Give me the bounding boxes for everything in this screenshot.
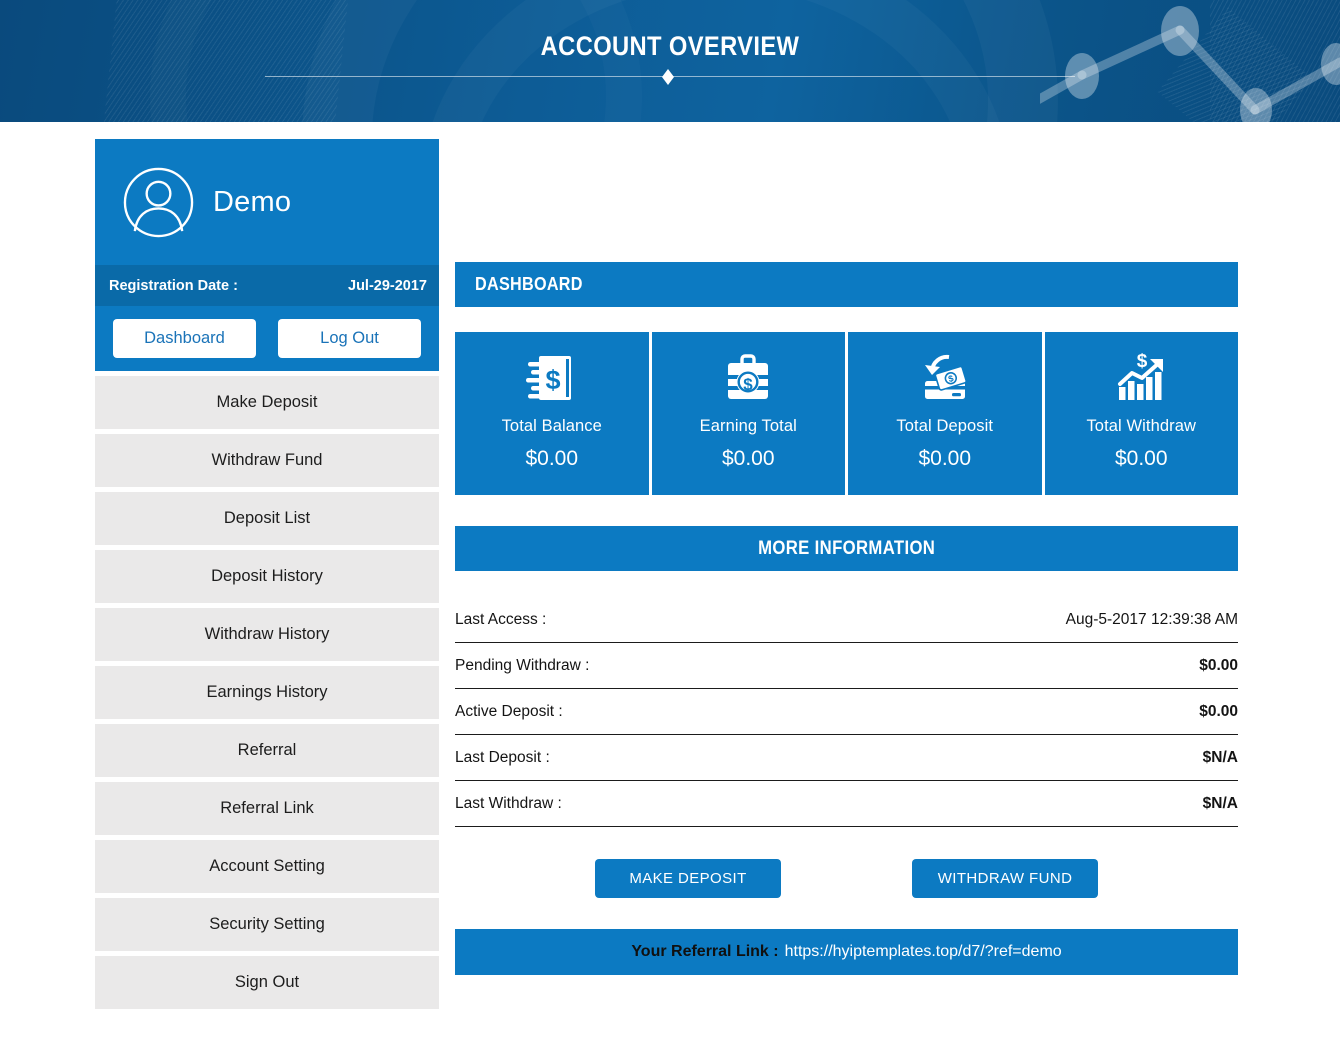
information-row-value: $0.00 <box>1199 703 1238 721</box>
sidebar-item[interactable]: Referral <box>95 724 439 777</box>
svg-text:$: $ <box>1137 353 1148 372</box>
stat-card-value: $0.00 <box>525 447 578 471</box>
logout-button[interactable]: Log Out <box>278 319 421 358</box>
information-row-value: $N/A <box>1203 749 1238 767</box>
sidebar-item[interactable]: Referral Link <box>95 782 439 835</box>
referral-link-url[interactable]: https://hyiptemplates.top/d7/?ref=demo <box>785 943 1062 961</box>
cash-deposit-icon: $ <box>919 353 971 403</box>
sidebar-item-label: Sign Out <box>235 973 299 992</box>
stat-card-value: $0.00 <box>918 447 971 471</box>
information-list: Last Access : Aug-5-2017 12:39:38 AM Pendi… <box>455 597 1238 827</box>
dashboard-button[interactable]: Dashboard <box>113 319 256 358</box>
page-banner: ACCOUNT OVERVIEW <box>0 0 1340 122</box>
information-row: Active Deposit : $0.00 <box>455 689 1238 735</box>
page-title: ACCOUNT OVERVIEW <box>80 31 1259 62</box>
header-diamond-icon <box>662 69 674 85</box>
sidebar-item-label: Withdraw Fund <box>212 451 323 470</box>
information-row-label: Last Withdraw : <box>455 795 562 813</box>
briefcase-dollar-icon: $ <box>722 353 774 403</box>
stat-card-label: Total Deposit <box>896 417 993 436</box>
sidebar-item[interactable]: Withdraw History <box>95 608 439 661</box>
sidebar-item[interactable]: Deposit History <box>95 550 439 603</box>
registration-date-strip: Registration Date : Jul-29-2017 <box>95 265 439 306</box>
growth-chart-dollar-icon: $ <box>1115 353 1167 403</box>
sidebar-item[interactable]: Earnings History <box>95 666 439 719</box>
information-row: Last Deposit : $N/A <box>455 735 1238 781</box>
stat-card-value: $0.00 <box>1115 447 1168 471</box>
stat-card-label: Total Withdraw <box>1086 417 1196 436</box>
sidebar-item-label: Deposit History <box>211 567 323 586</box>
sidebar-item[interactable]: Deposit List <box>95 492 439 545</box>
sidebar-item[interactable]: Account Setting <box>95 840 439 893</box>
stat-card: $ Total Withdraw $0.00 <box>1045 332 1239 495</box>
information-row-value: Aug-5-2017 12:39:38 AM <box>1066 611 1238 629</box>
stat-card: $ Total Balance $0.00 <box>455 332 652 495</box>
profile-username: Demo <box>213 186 291 219</box>
stat-card: $ Earning Total $0.00 <box>652 332 849 495</box>
profile-actions: Dashboard Log Out <box>95 306 439 371</box>
sidebar-item-label: Earnings History <box>206 683 327 702</box>
sidebar: Demo Registration Date : Jul-29-2017 Das… <box>95 139 439 1014</box>
sidebar-item-label: Security Setting <box>209 915 325 934</box>
withdraw-fund-button[interactable]: WITHDRAW FUND <box>912 859 1098 898</box>
sidebar-item[interactable]: Sign Out <box>95 956 439 1009</box>
sidebar-item-label: Referral <box>238 741 297 760</box>
stat-card-row: $ Total Balance $0.00 $ Earning Total $0.0… <box>455 332 1238 495</box>
user-avatar-icon <box>122 166 195 239</box>
more-information-section-label: MORE INFORMATION <box>758 538 935 560</box>
information-row: Last Withdraw : $N/A <box>455 781 1238 827</box>
dashboard-section-label: DASHBOARD <box>475 274 583 295</box>
ledger-dollar-icon: $ <box>526 353 578 403</box>
more-information-section-header: MORE INFORMATION <box>455 526 1238 571</box>
registration-date-value: Jul-29-2017 <box>348 278 427 294</box>
action-button-row: MAKE DEPOSIT WITHDRAW FUND <box>455 859 1238 898</box>
referral-link-bar[interactable]: Your Referral Link : https://hyiptemplat… <box>455 929 1238 975</box>
sidebar-item-label: Withdraw History <box>205 625 330 644</box>
registration-date-label: Registration Date : <box>109 278 238 294</box>
sidebar-item-label: Deposit List <box>224 509 310 528</box>
stat-card-value: $0.00 <box>722 447 775 471</box>
page-body: Demo Registration Date : Jul-29-2017 Das… <box>0 122 1340 1048</box>
information-row: Pending Withdraw : $0.00 <box>455 643 1238 689</box>
information-row-label: Last Access : <box>455 611 546 629</box>
svg-text:$: $ <box>744 375 754 394</box>
profile-header: Demo <box>95 139 439 265</box>
dashboard-section-header: DASHBOARD <box>455 262 1238 307</box>
sidebar-item[interactable]: Security Setting <box>95 898 439 951</box>
stat-card-label: Total Balance <box>502 417 602 436</box>
sidebar-item-label: Account Setting <box>209 857 325 876</box>
sidebar-item[interactable]: Make Deposit <box>95 376 439 429</box>
stat-card: $ Total Deposit $0.00 <box>848 332 1045 495</box>
sidebar-menu: Make Deposit Withdraw Fund Deposit List Dep… <box>95 376 439 1009</box>
information-row: Last Access : Aug-5-2017 12:39:38 AM <box>455 597 1238 643</box>
information-row-label: Active Deposit : <box>455 703 563 721</box>
information-row-value: $0.00 <box>1199 657 1238 675</box>
sidebar-item[interactable]: Withdraw Fund <box>95 434 439 487</box>
make-deposit-button[interactable]: MAKE DEPOSIT <box>595 859 781 898</box>
main-content: DASHBOARD $ Total Balance $0.00 $ Earning… <box>455 124 1238 975</box>
referral-link-label: Your Referral Link : <box>631 943 778 961</box>
information-row-label: Last Deposit : <box>455 749 550 767</box>
sidebar-item-label: Make Deposit <box>217 393 318 412</box>
svg-text:$: $ <box>545 365 560 395</box>
stat-card-label: Earning Total <box>700 417 797 436</box>
information-row-value: $N/A <box>1203 795 1238 813</box>
information-row-label: Pending Withdraw : <box>455 657 589 675</box>
sidebar-item-label: Referral Link <box>220 799 314 818</box>
profile-card: Demo Registration Date : Jul-29-2017 Das… <box>95 139 439 371</box>
